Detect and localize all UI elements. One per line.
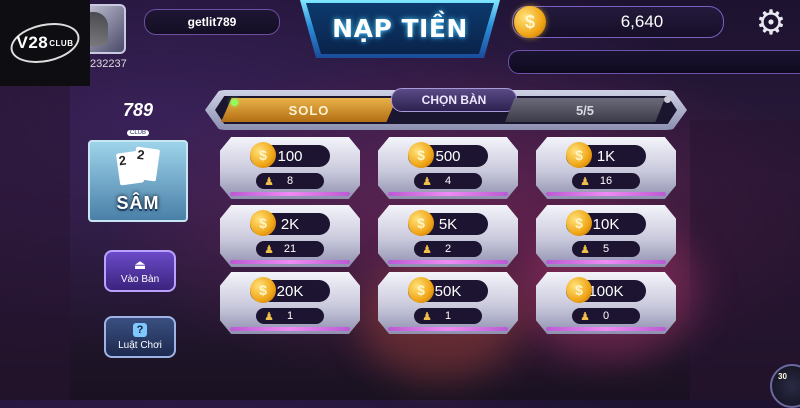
gear-icon[interactable]: ⚙ [752, 4, 790, 42]
brand-logo: V28CLUB [0, 0, 90, 86]
coin-icon: $ [250, 210, 276, 236]
tile-glow [230, 260, 350, 264]
tile-glow [546, 327, 666, 331]
person-icon: ♟ [580, 310, 590, 323]
top-up-inner: NẠP TIỀN [306, 3, 494, 54]
tile-glow [546, 260, 666, 264]
join-icon: ⏏ [133, 256, 147, 272]
table-count[interactable]: 5/5 [505, 98, 665, 122]
person-icon: ♟ [422, 310, 432, 323]
person-icon: ♟ [422, 243, 432, 256]
table-tile[interactable]: 2K $21 ♟ [220, 205, 360, 267]
join-label: Vào Bàn [120, 273, 160, 285]
rules-label: Luật Chơi [118, 340, 162, 351]
top-bar: V28CLUB getlit789 NẠP TIỀN 6,640 $ ⚙ [0, 0, 800, 86]
tab-end-dot-icon [664, 96, 671, 103]
table-tile[interactable]: 10K $5 ♟ [536, 205, 676, 267]
coin-icon: $ [566, 210, 592, 236]
coin-icon: $ [566, 142, 592, 168]
tile-glow [388, 260, 508, 264]
coin-icon: $ [408, 277, 434, 303]
rules-button[interactable]: ? Luật Chơi [104, 316, 176, 358]
table-tile[interactable]: 1K $16 ♟ [536, 137, 676, 199]
bg-building [690, 120, 800, 400]
game-brand-logo: 789 CLUB [116, 100, 160, 136]
person-icon: ♟ [580, 175, 590, 188]
tab-choose-table[interactable]: CHỌN BÀN [391, 88, 517, 112]
table-tile[interactable]: 100 $8 ♟ [220, 137, 360, 199]
username: getlit789 [144, 9, 280, 35]
tab-solo[interactable]: SOLO [221, 98, 397, 122]
person-icon: ♟ [422, 175, 432, 188]
bg-building [0, 80, 70, 400]
person-icon: ♟ [264, 310, 274, 323]
tile-glow [546, 192, 666, 196]
tile-glow [230, 192, 350, 196]
game-name: SÂM [116, 193, 160, 213]
top-up-button[interactable]: NẠP TIỀN [300, 0, 500, 60]
coin-icon: $ [408, 210, 434, 236]
mode-tab-strip: SOLO CHỌN BÀN 5/5 [205, 88, 687, 130]
game-card-sam[interactable]: 2 2 SÂM [88, 140, 188, 222]
coin-icon: $ [408, 142, 434, 168]
join-table-button[interactable]: ⏏ Vào Bàn [104, 250, 176, 292]
balance-value: 6,640 [620, 12, 664, 31]
coin-icon: $ [514, 6, 546, 38]
game-logo-club: CLUB [126, 130, 149, 136]
person-icon: ♟ [264, 175, 274, 188]
promo-badge-text: 30 [778, 372, 787, 381]
playing-card-icon: 2 [131, 146, 161, 182]
help-icon: ? [133, 323, 147, 337]
top-up-label: NẠP TIỀN [332, 14, 468, 43]
coin-icon: $ [566, 277, 592, 303]
promo-badge[interactable]: 30 [770, 364, 800, 408]
tile-glow [230, 327, 350, 331]
info-bar [508, 50, 800, 74]
coin-icon: $ [250, 277, 276, 303]
table-tile[interactable]: 100K $0 ♟ [536, 272, 676, 334]
game-logo-number: 789 [122, 100, 154, 120]
tile-glow [388, 327, 508, 331]
person-icon: ♟ [580, 243, 590, 256]
table-tile[interactable]: 20K $1 ♟ [220, 272, 360, 334]
status-dot-icon [231, 99, 238, 106]
tile-glow [388, 192, 508, 196]
user-id: 232237 [90, 58, 127, 70]
table-tile[interactable]: 50K $1 ♟ [378, 272, 518, 334]
person-icon: ♟ [264, 243, 274, 256]
table-tile[interactable]: 5K $2 ♟ [378, 205, 518, 267]
table-tile[interactable]: 500 $4 ♟ [378, 137, 518, 199]
coin-icon: $ [250, 142, 276, 168]
brand-logo-text: V28CLUB [16, 33, 74, 52]
